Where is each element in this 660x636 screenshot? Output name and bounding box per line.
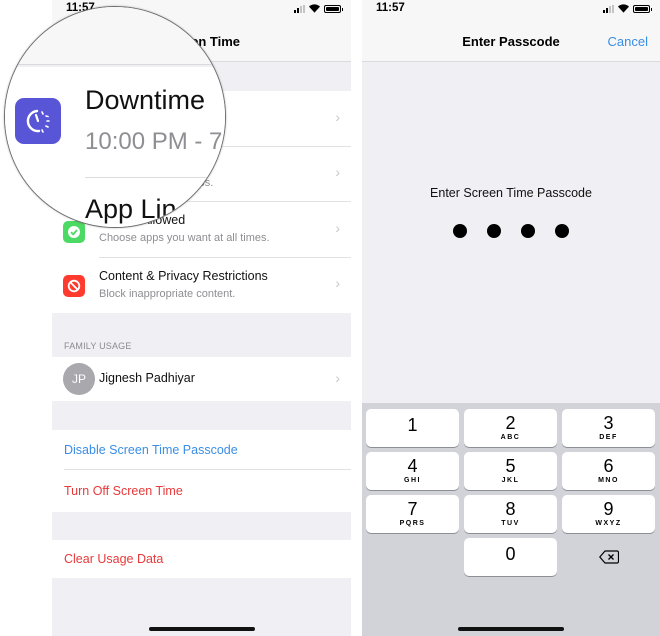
key-digit: 0	[505, 543, 516, 564]
key-9[interactable]: 9 WXYZ	[562, 495, 655, 533]
chevron-right-icon: ›	[335, 164, 340, 180]
home-indicator	[458, 627, 564, 631]
key-letters: WXYZ	[595, 520, 622, 527]
delete-button[interactable]	[562, 538, 655, 576]
restrictions-icon	[63, 275, 85, 297]
row-content-privacy[interactable]: Content & Privacy Restrictions Block ina…	[52, 258, 351, 313]
key-digit: 9	[603, 499, 614, 519]
key-digit: 5	[505, 456, 516, 476]
enter-passcode-screen: 11:57 Enter Passcode Cancel Enter Screen…	[362, 0, 660, 636]
status-time: 11:57	[376, 2, 405, 14]
magnified-downtime-title: Downtime	[85, 85, 206, 115]
key-digit: 6	[603, 456, 614, 476]
key-4[interactable]: 4 GHI	[366, 452, 459, 490]
key-digit: 1	[407, 414, 418, 435]
key-digit: 2	[505, 413, 516, 433]
key-digit: 7	[407, 499, 418, 519]
passcode-dots	[362, 224, 660, 238]
cellular-signal-icon	[603, 4, 614, 13]
avatar-initials: JP	[71, 372, 86, 386]
battery-icon	[324, 4, 343, 13]
magnified-downtime-time: 10:00 PM - 7	[85, 128, 223, 155]
downtime-icon-magnified	[15, 98, 61, 144]
numeric-keypad: 1 2 ABC 3 DEF 4 GHI 5 JKL 6 MNO 7 PQRS 8 TUV 9W…	[362, 403, 660, 636]
key-letters: JKL	[501, 477, 520, 484]
key-8[interactable]: 8 TUV	[464, 495, 557, 533]
clear-usage-label: Clear Usage Data	[64, 552, 164, 566]
passcode-dot-filled	[487, 224, 501, 238]
magnified-nav-bar	[5, 7, 225, 65]
passcode-actions-group: Disable Screen Time Passcode Turn Off Sc…	[52, 430, 351, 512]
navigation-bar: 11:57 Enter Passcode Cancel	[362, 0, 660, 62]
key-5[interactable]: 5 JKL	[464, 452, 557, 490]
key-letters: TUV	[501, 520, 520, 527]
check-badge-icon	[68, 226, 80, 238]
status-icons	[603, 4, 652, 13]
chevron-right-icon: ›	[335, 220, 340, 236]
magnifier-callout: Downtime 10:00 PM - 7 App Lin	[4, 6, 226, 228]
no-entry-icon	[67, 279, 81, 293]
key-digit: 4	[407, 456, 418, 476]
home-indicator	[148, 627, 255, 631]
row-subtitle: Block inappropriate content.	[99, 288, 236, 300]
battery-icon	[633, 4, 652, 13]
key-letters: DEF	[599, 434, 618, 441]
key-letters: GHI	[404, 477, 421, 484]
key-1[interactable]: 1	[366, 409, 459, 447]
disable-passcode-label: Disable Screen Time Passcode	[64, 443, 238, 457]
passcode-dot-filled	[555, 224, 569, 238]
key-3[interactable]: 3 DEF	[562, 409, 655, 447]
row-subtitle: Choose apps you want at all times.	[99, 232, 270, 244]
avatar: JP	[63, 363, 95, 395]
turn-off-screen-time-button[interactable]: Turn Off Screen Time	[52, 470, 351, 512]
chevron-right-icon: ›	[335, 370, 340, 386]
divider	[85, 177, 225, 178]
passcode-dot-filled	[521, 224, 535, 238]
passcode-prompt: Enter Screen Time Passcode	[430, 186, 592, 200]
key-letters: PQRS	[399, 520, 426, 527]
status-bar: 11:57	[362, 0, 660, 20]
chevron-right-icon: ›	[335, 275, 340, 291]
key-digit: 3	[603, 413, 614, 433]
key-7[interactable]: 7 PQRS	[366, 495, 459, 533]
wifi-icon	[618, 4, 629, 13]
cancel-button[interactable]: Cancel	[608, 34, 648, 49]
clear-usage-data-button[interactable]: Clear Usage Data	[52, 540, 351, 578]
cellular-signal-icon	[294, 4, 305, 13]
turn-off-label: Turn Off Screen Time	[64, 484, 183, 498]
magnified-app-limits-title: App Lin	[85, 194, 177, 224]
member-name: Jignesh Padhiyar	[99, 371, 195, 385]
status-icons	[294, 4, 343, 13]
section-header-family-usage: FAMILY USAGE	[64, 341, 132, 351]
chevron-right-icon: ›	[335, 109, 340, 125]
downtime-moon-clock-icon	[26, 109, 50, 133]
key-6[interactable]: 6 MNO	[562, 452, 655, 490]
disable-passcode-button[interactable]: Disable Screen Time Passcode	[52, 430, 351, 470]
passcode-dot-filled	[453, 224, 467, 238]
family-member-row[interactable]: JP Jignesh Padhiyar ›	[52, 357, 351, 401]
row-title: Content & Privacy Restrictions	[99, 269, 268, 283]
key-letters: MNO	[598, 477, 619, 484]
delete-backspace-icon	[598, 550, 619, 564]
key-2[interactable]: 2 ABC	[464, 409, 557, 447]
key-digit: 8	[505, 499, 516, 519]
key-0[interactable]: 0	[464, 538, 557, 576]
key-letters: ABC	[500, 434, 521, 441]
wifi-icon	[309, 4, 320, 13]
